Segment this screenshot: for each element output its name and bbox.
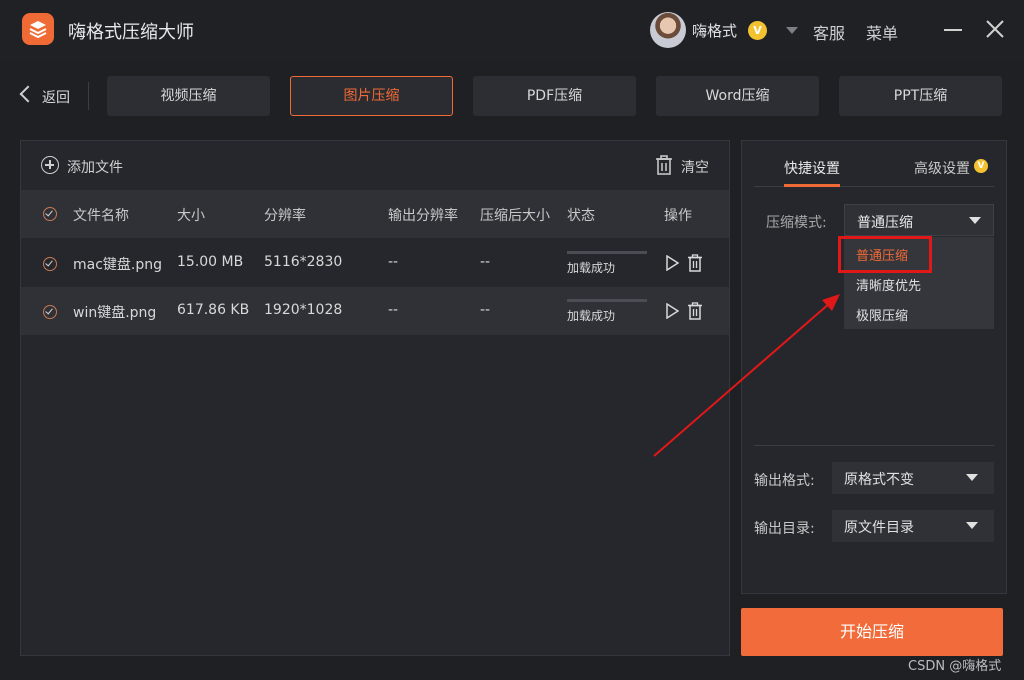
progress-bar (567, 299, 647, 302)
column-header-actions: 操作 (664, 208, 692, 224)
divider (754, 445, 994, 446)
option-clarity-first[interactable]: 清晰度优先 (856, 275, 921, 294)
output-format-value: 原格式不变 (844, 472, 914, 488)
trash-icon[interactable] (655, 155, 673, 175)
menu-button[interactable]: 菜单 (866, 20, 898, 44)
vip-badge-icon: V (748, 21, 767, 40)
avatar[interactable] (650, 12, 686, 48)
clear-button[interactable]: 清空 (681, 157, 709, 177)
compressed-size: -- (480, 302, 491, 318)
minimize-icon[interactable] (944, 29, 962, 31)
tab-quick-settings[interactable]: 快捷设置 (784, 158, 840, 178)
tab-advanced-settings[interactable]: 高级设置 (914, 158, 970, 178)
status-text: 加载成功 (567, 309, 616, 323)
table-row[interactable]: win键盘.png 617.86 KB 1920*1028 -- -- 加载成功 (21, 287, 729, 335)
output-dir-label: 输出目录: (754, 521, 815, 537)
column-header-compressed-size: 压缩后大小 (480, 208, 550, 224)
column-header-resolution: 分辨率 (264, 208, 306, 224)
settings-panel: 快捷设置 高级设置 V 压缩模式: 普通压缩 普通压缩 清晰度优先 极限压缩 输… (741, 140, 1007, 594)
output-resolution: -- (388, 254, 399, 270)
start-compress-button[interactable]: 开始压缩 (741, 608, 1003, 656)
compress-mode-select[interactable]: 普通压缩 (844, 204, 994, 236)
row-checkbox[interactable] (43, 305, 57, 319)
output-dir-value: 原文件目录 (844, 520, 914, 536)
output-format-label: 输出格式: (754, 473, 815, 489)
select-all-checkbox[interactable] (43, 207, 57, 221)
column-header-status: 状态 (567, 208, 595, 224)
option-extreme-compress[interactable]: 极限压缩 (856, 305, 908, 324)
caret-down-icon (966, 522, 978, 529)
vip-badge-icon: V (974, 159, 988, 173)
delete-icon[interactable] (687, 302, 703, 320)
play-icon[interactable] (665, 303, 679, 319)
file-name: mac键盘.png (73, 257, 163, 273)
file-name: win键盘.png (73, 305, 157, 321)
delete-icon[interactable] (687, 254, 703, 272)
app-logo-icon (22, 13, 54, 45)
compress-mode-label: 压缩模式: (766, 215, 827, 231)
play-icon[interactable] (665, 255, 679, 271)
column-header-output-resolution: 输出分辨率 (388, 208, 458, 224)
title-bar: 嗨格式压缩大师 嗨格式 V 客服 菜单 (0, 0, 1024, 60)
file-resolution: 5116*2830 (264, 254, 343, 270)
compressed-size: -- (480, 254, 491, 270)
table-row[interactable]: mac键盘.png 15.00 MB 5116*2830 -- -- 加载成功 (21, 239, 729, 287)
output-dir-select[interactable]: 原文件目录 (832, 510, 994, 542)
column-header-name: 文件名称 (73, 208, 129, 224)
divider (88, 82, 89, 110)
chevron-left-icon (19, 85, 37, 103)
add-circle-icon[interactable] (41, 156, 59, 174)
compress-mode-value: 普通压缩 (857, 215, 913, 231)
caret-down-icon (966, 474, 978, 481)
caret-down-icon (969, 217, 981, 224)
watermark: CSDN @嗨格式 (908, 659, 1002, 674)
tab-video-compress[interactable]: 视频压缩 (107, 76, 270, 116)
tab-ppt-compress[interactable]: PPT压缩 (839, 76, 1002, 116)
tab-image-compress[interactable]: 图片压缩 (290, 76, 453, 116)
file-resolution: 1920*1028 (264, 302, 343, 318)
add-file-button[interactable]: 添加文件 (67, 157, 123, 177)
file-size: 617.86 KB (177, 302, 250, 318)
table-header: 文件名称 大小 分辨率 输出分辨率 压缩后大小 状态 操作 (21, 190, 729, 238)
row-checkbox[interactable] (43, 257, 57, 271)
status-text: 加载成功 (567, 261, 616, 275)
column-header-size: 大小 (177, 208, 205, 224)
progress-bar (567, 251, 647, 254)
active-tab-indicator (784, 184, 840, 187)
tab-pdf-compress[interactable]: PDF压缩 (473, 76, 636, 116)
highlight-box (838, 236, 932, 273)
output-format-select[interactable]: 原格式不变 (832, 462, 994, 494)
output-resolution: -- (388, 302, 399, 318)
back-label: 返回 (42, 90, 70, 106)
service-button[interactable]: 客服 (813, 20, 845, 44)
chevron-down-icon[interactable] (786, 27, 798, 34)
close-icon[interactable] (984, 18, 1006, 40)
username[interactable]: 嗨格式 (692, 20, 737, 41)
back-button[interactable]: 返回 (14, 82, 80, 110)
app-title: 嗨格式压缩大师 (68, 22, 194, 43)
file-size: 15.00 MB (177, 254, 244, 270)
tab-word-compress[interactable]: Word压缩 (656, 76, 819, 116)
file-panel: 添加文件 清空 文件名称 大小 分辨率 输出分辨率 压缩后大小 状态 操作 ma… (20, 140, 730, 656)
